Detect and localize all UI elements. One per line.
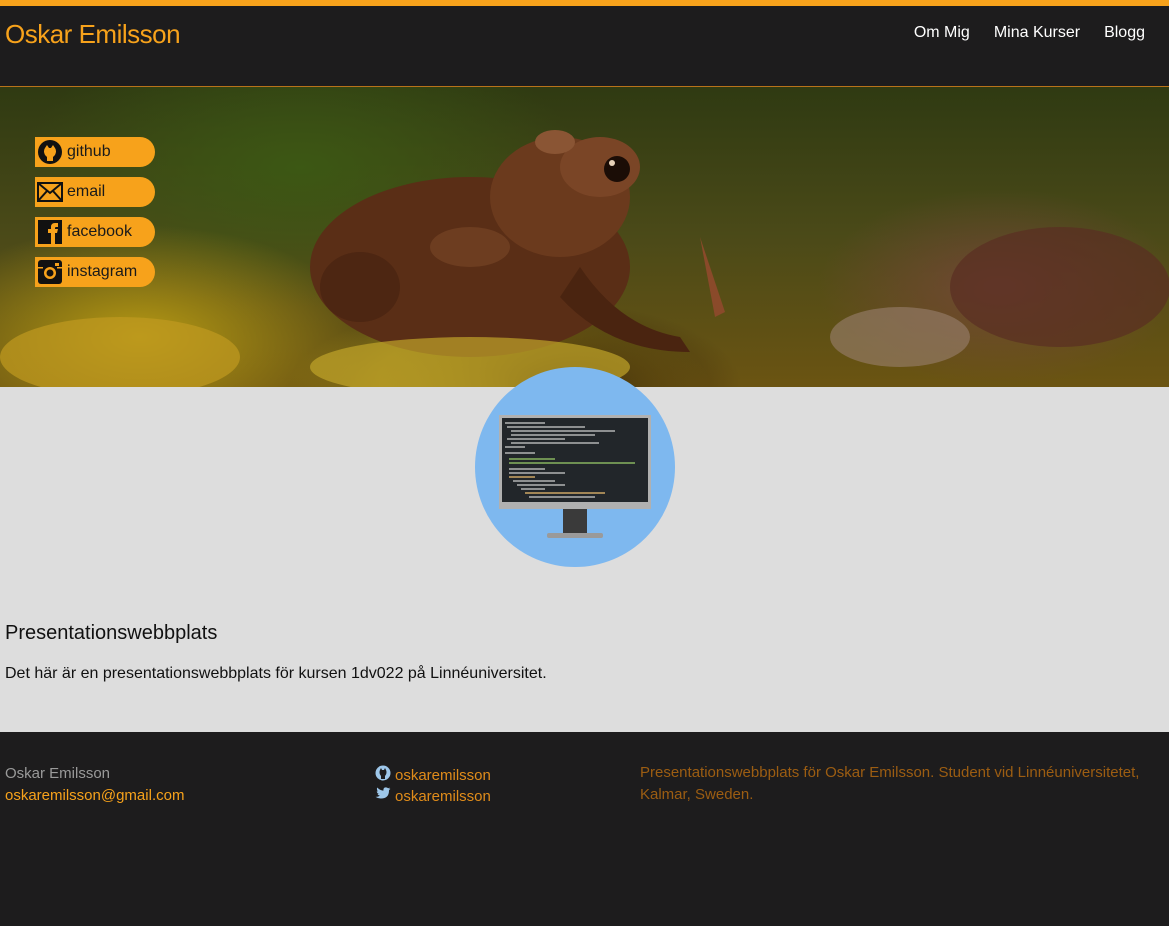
nav-link-blogg[interactable]: Blogg [1104,24,1145,42]
footer-description: Presentationswebbplats för Oskar Emilsso… [640,764,1140,803]
social-label-github: github [67,143,111,160]
monitor-code-image [499,415,651,538]
social-link-instagram[interactable]: instagram [35,257,155,287]
github-icon [375,765,391,785]
hero-banner: github email facebook instagram [0,87,1169,387]
site-header: Oskar Emilsson Om Mig Mina Kurser Blogg [0,6,1169,87]
social-label-facebook: facebook [67,223,132,240]
facebook-icon [36,218,64,246]
page-description: Det här är en presentationswebbplats för… [5,665,547,682]
footer-twitter-link[interactable]: oskaremilsson [375,787,491,805]
social-label-email: email [67,183,106,200]
page-title: Presentationswebbplats [5,622,218,644]
twitter-icon [375,787,391,805]
instagram-icon [36,258,64,286]
nav-link-om-mig[interactable]: Om Mig [914,24,970,42]
main-nav: Om Mig Mina Kurser Blogg [914,24,1145,42]
social-label-instagram: instagram [67,263,138,280]
frog-photo [0,130,1169,387]
footer-twitter-username: oskaremilsson [395,787,491,805]
social-link-github[interactable]: github [35,137,155,167]
footer-github-username: oskaremilsson [395,766,491,784]
nav-link-mina-kurser[interactable]: Mina Kurser [994,24,1080,42]
footer-name: Oskar Emilsson [5,765,111,782]
footer-email-link[interactable]: oskaremilsson@gmail.com [5,787,184,804]
main-content: Presentationswebbplats Det här är en pre… [0,367,1169,732]
footer-github-link[interactable]: oskaremilsson [375,765,491,785]
social-link-facebook[interactable]: facebook [35,217,155,247]
profile-avatar [475,367,675,567]
github-icon [36,138,64,166]
site-title-link[interactable]: Oskar Emilsson [5,19,181,50]
social-link-email[interactable]: email [35,177,155,207]
envelope-icon [36,178,64,206]
site-footer: Oskar Emilsson oskaremilsson@gmail.com o… [0,732,1169,926]
